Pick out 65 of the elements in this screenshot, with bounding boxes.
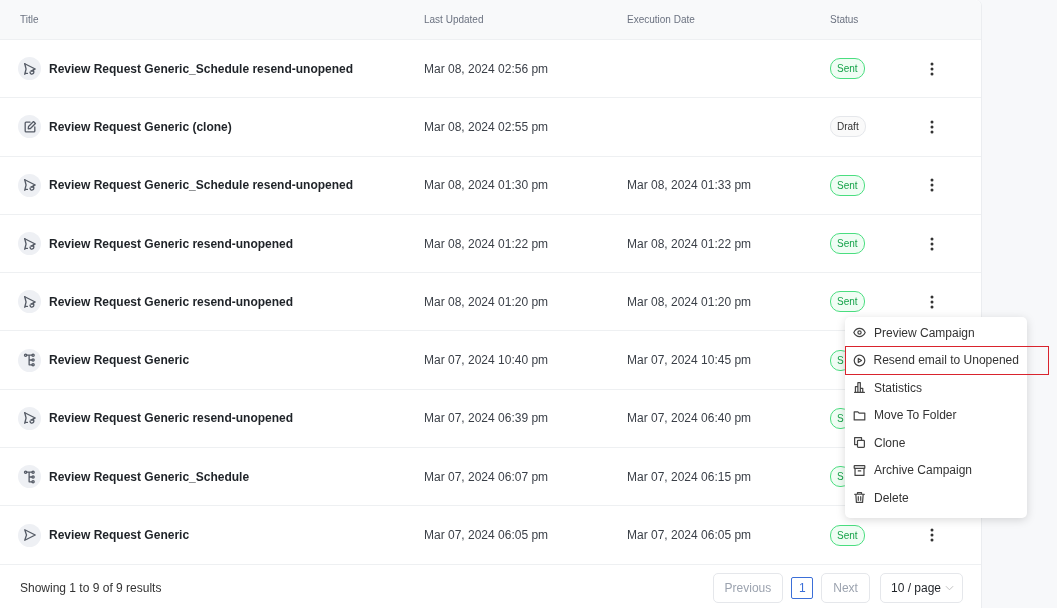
campaign-title[interactable]: Review Request Generic_Schedule resend-unopened <box>49 178 354 193</box>
table-cell: Mar 08, 2024 01:22 pm <box>424 236 549 251</box>
column-header: Status <box>830 14 859 25</box>
chevron-down-icon <box>945 585 954 592</box>
column-header: Title <box>20 14 39 25</box>
table-cell: Mar 08, 2024 01:33 pm <box>627 178 752 193</box>
workflow-icon <box>18 465 41 489</box>
table-cell: Mar 07, 2024 06:39 pm <box>424 411 549 426</box>
trash-icon <box>853 491 866 505</box>
status-badge: Sent <box>830 233 865 255</box>
table-cell: Mar 07, 2024 06:15 pm <box>627 469 752 484</box>
resend-icon <box>18 232 41 256</box>
status-badge: Sent <box>830 174 865 196</box>
table-cell: Mar 08, 2024 02:56 pm <box>424 61 549 76</box>
edit-icon <box>18 115 41 139</box>
archive-icon <box>853 463 866 477</box>
status-badge: Sent <box>830 291 865 313</box>
vertical-dots-icon <box>930 119 934 134</box>
status-badge: Sent <box>830 58 865 80</box>
campaign-title[interactable]: Review Request Generic resend-unopened <box>49 294 294 309</box>
resend-icon <box>18 173 41 197</box>
resend-icon <box>18 57 41 81</box>
table-cell: Mar 08, 2024 01:30 pm <box>424 178 549 193</box>
vertical-dots-icon <box>930 294 934 309</box>
column-header: Last Updated <box>424 14 484 25</box>
table-cell: Mar 07, 2024 06:05 pm <box>424 528 549 542</box>
menu-item[interactable]: Statistics <box>845 374 1027 402</box>
status-badge: Sent <box>830 524 865 546</box>
campaign-title[interactable]: Review Request Generic <box>49 528 190 542</box>
play-icon <box>852 353 866 367</box>
vertical-dots-icon <box>930 178 934 193</box>
page-size-select[interactable]: 10 / page <box>879 573 963 604</box>
table-cell: Mar 08, 2024 02:55 pm <box>424 119 549 134</box>
status-badge: Draft <box>830 116 866 138</box>
table-cell: Mar 07, 2024 10:45 pm <box>627 353 752 368</box>
campaign-title[interactable]: Review Request Generic resend-unopened <box>49 236 294 251</box>
campaign-title[interactable]: Review Request Generic <box>49 353 190 368</box>
table-cell: Mar 08, 2024 01:20 pm <box>424 294 549 309</box>
eye-icon <box>853 326 866 340</box>
vertical-dots-icon <box>930 528 934 542</box>
send-icon <box>18 523 41 547</box>
copy-icon <box>853 436 866 450</box>
menu-item[interactable]: Resend email to Unopened <box>845 345 1049 375</box>
menu-item[interactable]: Preview Campaign <box>845 319 1027 347</box>
campaign-title[interactable]: Review Request Generic (clone) <box>49 119 232 134</box>
bar-chart-icon <box>853 381 866 395</box>
table-cell: Mar 07, 2024 06:05 pm <box>627 528 752 542</box>
table-cell: Mar 07, 2024 10:40 pm <box>424 353 549 368</box>
campaign-title[interactable]: Review Request Generic resend-unopened <box>49 411 294 426</box>
vertical-dots-icon <box>930 61 934 76</box>
campaign-title[interactable]: Review Request Generic_Schedule resend-unopened <box>49 61 354 76</box>
folder-icon <box>853 408 866 422</box>
workflow-icon <box>18 348 41 372</box>
menu-item[interactable]: Clone <box>845 429 1027 457</box>
table-cell: Mar 07, 2024 06:40 pm <box>627 411 752 426</box>
vertical-dots-icon <box>930 236 934 251</box>
results-summary: Showing 1 to 9 of 9 results <box>20 581 162 596</box>
table-cell: Mar 08, 2024 01:22 pm <box>627 236 752 251</box>
table-cell: Mar 08, 2024 01:20 pm <box>627 294 752 309</box>
campaign-title[interactable]: Review Request Generic_Schedule <box>49 469 250 484</box>
column-header: Execution Date <box>627 14 695 25</box>
resend-icon <box>18 406 41 430</box>
page-button[interactable]: 1 <box>791 577 814 600</box>
table-cell: Mar 07, 2024 06:07 pm <box>424 469 549 484</box>
resend-icon <box>18 290 41 314</box>
